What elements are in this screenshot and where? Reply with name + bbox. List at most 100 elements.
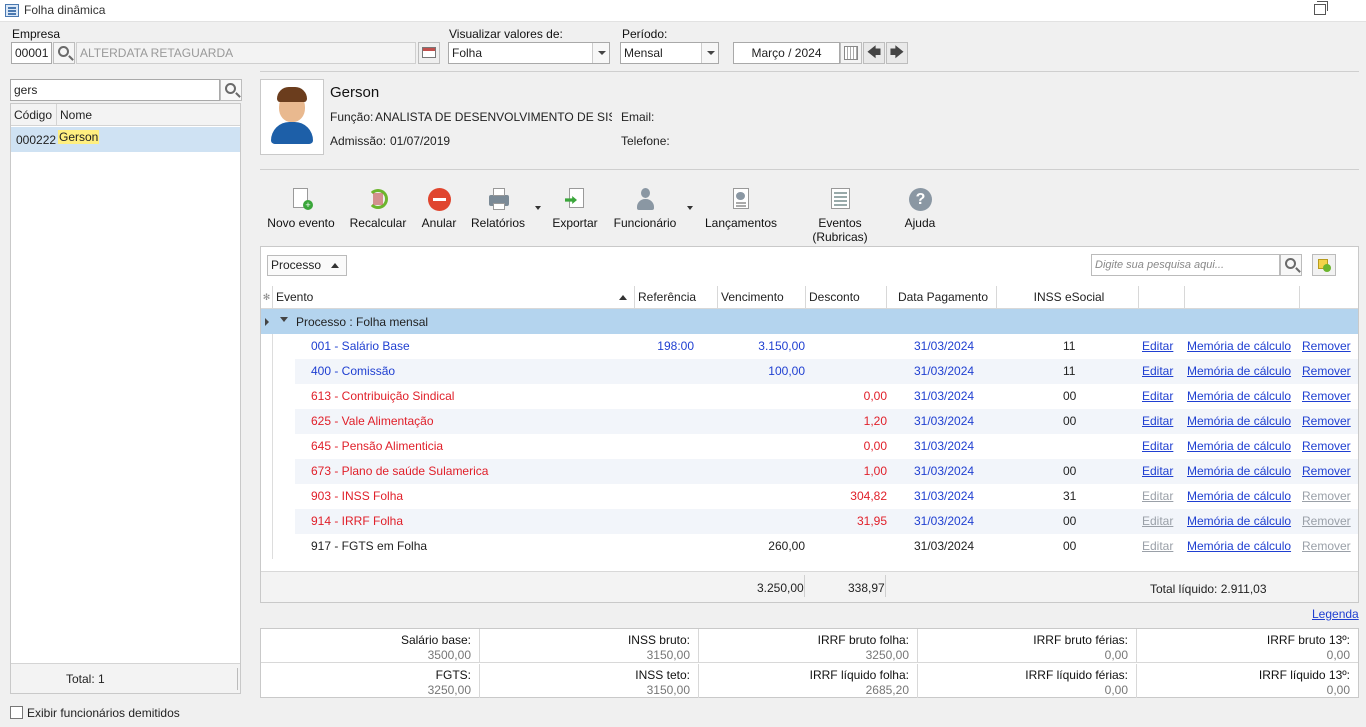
edit-link[interactable]: Editar bbox=[1142, 334, 1173, 359]
ajuda-button[interactable]: ? Ajuda bbox=[902, 187, 938, 230]
employee-search-button[interactable] bbox=[220, 79, 242, 101]
memory-link[interactable]: Memória de cálculo bbox=[1187, 459, 1291, 484]
summary-value: 3150,00 bbox=[646, 683, 690, 697]
row-indicator[interactable] bbox=[262, 334, 273, 359]
exportar-button[interactable]: Exportar bbox=[551, 187, 599, 230]
remove-link[interactable]: Remover bbox=[1302, 459, 1351, 484]
recalculate-icon bbox=[366, 187, 390, 211]
novo-evento-button[interactable]: + Novo evento bbox=[266, 187, 336, 230]
row-indicator[interactable] bbox=[262, 459, 273, 484]
column-nome[interactable]: Nome bbox=[60, 108, 92, 122]
table-row[interactable]: 400 - Comissão 100,00 31/03/2024 11 Editar Me… bbox=[295, 359, 1358, 384]
relatorios-button[interactable]: Relatórios bbox=[470, 187, 526, 230]
table-row[interactable]: 903 - INSS Folha 304,82 31/03/2024 31 Editar… bbox=[295, 484, 1358, 509]
month-year-input[interactable]: Março / 2024 bbox=[733, 42, 840, 64]
remove-link[interactable]: Remover bbox=[1302, 534, 1351, 559]
table-row[interactable]: 673 - Plano de saúde Sulamerica 1,00 31/03… bbox=[295, 459, 1358, 484]
divider bbox=[260, 71, 1359, 72]
empresa-lookup-button[interactable] bbox=[418, 42, 440, 64]
edit-link[interactable]: Editar bbox=[1142, 509, 1173, 534]
vencimento-cell: 260,00 bbox=[768, 539, 805, 553]
printer-icon bbox=[486, 187, 510, 211]
row-indicator[interactable] bbox=[262, 509, 273, 534]
edit-link[interactable]: Editar bbox=[1142, 459, 1173, 484]
group-row[interactable]: Processo : Folha mensal bbox=[261, 309, 1358, 334]
total-liquido: Total líquido: 2.911,03 bbox=[1150, 582, 1267, 596]
column-evento[interactable]: Evento bbox=[273, 286, 635, 309]
table-row[interactable]: 613 - Contribuição Sindical 0,00 31/03/202… bbox=[295, 384, 1358, 409]
summary-panel: Salário base: 3500,00 INSS bruto: 3150,00 IR… bbox=[260, 628, 1359, 698]
column-desconto[interactable]: Desconto bbox=[806, 286, 887, 309]
edit-link[interactable]: Editar bbox=[1142, 434, 1173, 459]
memory-link[interactable]: Memória de cálculo bbox=[1187, 334, 1291, 359]
row-indicator[interactable] bbox=[262, 384, 273, 409]
restore-window-icon[interactable] bbox=[1314, 1, 1328, 15]
previous-month-button[interactable]: 🡄 bbox=[863, 42, 885, 64]
next-month-button[interactable]: 🡆 bbox=[886, 42, 908, 64]
empresa-code-input[interactable]: 00001 bbox=[11, 42, 52, 64]
grid-search-input[interactable]: Digite sua pesquisa aqui... bbox=[1091, 254, 1280, 276]
recalcular-button[interactable]: Recalcular bbox=[349, 187, 407, 230]
lancamentos-button[interactable]: Lançamentos bbox=[703, 187, 779, 230]
empresa-search-button[interactable] bbox=[53, 42, 75, 64]
sort-ascending-icon bbox=[619, 295, 627, 300]
table-row[interactable]: 914 - IRRF Folha 31,95 31/03/2024 00 Editar M… bbox=[295, 509, 1358, 534]
row-indicator-header: ✻ bbox=[261, 286, 273, 309]
anular-button[interactable]: Anular bbox=[419, 187, 459, 230]
column-codigo[interactable]: Código bbox=[14, 108, 52, 122]
table-row[interactable]: 917 - FGTS em Folha 260,00 31/03/2024 00 Edi… bbox=[295, 534, 1358, 559]
row-indicator[interactable] bbox=[262, 409, 273, 434]
column-inss-esocial[interactable]: INSS eSocial bbox=[997, 286, 1139, 309]
funcionario-button[interactable]: Funcionário bbox=[611, 187, 679, 230]
relatorios-dropdown-icon[interactable] bbox=[535, 206, 541, 210]
edit-link[interactable]: Editar bbox=[1142, 409, 1173, 434]
group-by-chip[interactable]: Processo bbox=[267, 255, 347, 276]
edit-link[interactable]: Editar bbox=[1142, 534, 1173, 559]
eventos-button[interactable]: Eventos (Rubricas) bbox=[790, 187, 890, 244]
edit-link[interactable]: Editar bbox=[1142, 359, 1173, 384]
grid-options-button[interactable] bbox=[1312, 254, 1336, 276]
memory-link[interactable]: Memória de cálculo bbox=[1187, 409, 1291, 434]
calendar-button[interactable] bbox=[840, 42, 862, 64]
edit-link[interactable]: Editar bbox=[1142, 484, 1173, 509]
memory-link[interactable]: Memória de cálculo bbox=[1187, 534, 1291, 559]
remove-link[interactable]: Remover bbox=[1302, 359, 1351, 384]
row-indicator[interactable] bbox=[262, 484, 273, 509]
row-indicator[interactable] bbox=[262, 359, 273, 384]
export-icon bbox=[563, 187, 587, 211]
memory-link[interactable]: Memória de cálculo bbox=[1187, 434, 1291, 459]
remove-link[interactable]: Remover bbox=[1302, 409, 1351, 434]
memory-link[interactable]: Memória de cálculo bbox=[1187, 484, 1291, 509]
list-item[interactable]: 000222 Gerson bbox=[11, 127, 240, 152]
table-row[interactable]: 001 - Salário Base 198:00 3.150,00 31/03/20… bbox=[295, 334, 1358, 359]
grid-search-button[interactable] bbox=[1280, 254, 1302, 276]
legenda-link[interactable]: Legenda bbox=[1312, 607, 1359, 621]
remove-link[interactable]: Remover bbox=[1302, 509, 1351, 534]
row-indicator[interactable] bbox=[262, 534, 273, 559]
memory-link[interactable]: Memória de cálculo bbox=[1187, 384, 1291, 409]
remove-link[interactable]: Remover bbox=[1302, 434, 1351, 459]
remove-link[interactable]: Remover bbox=[1302, 484, 1351, 509]
column-vencimento[interactable]: Vencimento bbox=[718, 286, 806, 309]
memory-link[interactable]: Memória de cálculo bbox=[1187, 509, 1291, 534]
column-referencia[interactable]: Referência bbox=[635, 286, 718, 309]
remove-link[interactable]: Remover bbox=[1302, 384, 1351, 409]
collapse-icon[interactable] bbox=[280, 317, 288, 322]
table-row[interactable]: 625 - Vale Alimentação 1,20 31/03/2024 00 Ed… bbox=[295, 409, 1358, 434]
edit-link[interactable]: Editar bbox=[1142, 384, 1173, 409]
memory-link[interactable]: Memória de cálculo bbox=[1187, 359, 1291, 384]
employee-search-input[interactable]: gers bbox=[10, 79, 220, 101]
table-row[interactable]: 645 - Pensão Alimenticia 0,00 31/03/2024 Ed… bbox=[295, 434, 1358, 459]
visualizar-select[interactable]: Folha bbox=[448, 42, 610, 64]
remove-link[interactable]: Remover bbox=[1302, 334, 1351, 359]
inss-cell: 00 bbox=[1063, 414, 1077, 428]
entries-icon bbox=[729, 187, 753, 211]
row-indicator[interactable] bbox=[262, 434, 273, 459]
data-pagamento-cell: 31/03/2024 bbox=[914, 464, 975, 478]
periodo-select[interactable]: Mensal bbox=[620, 42, 719, 64]
inss-cell: 00 bbox=[1063, 464, 1077, 478]
column-data-pagamento[interactable]: Data Pagamento bbox=[887, 286, 997, 309]
vencimento-cell: 3.150,00 bbox=[758, 339, 805, 353]
funcionario-dropdown-icon[interactable] bbox=[687, 206, 693, 210]
show-dismissed-checkbox[interactable] bbox=[10, 706, 23, 719]
